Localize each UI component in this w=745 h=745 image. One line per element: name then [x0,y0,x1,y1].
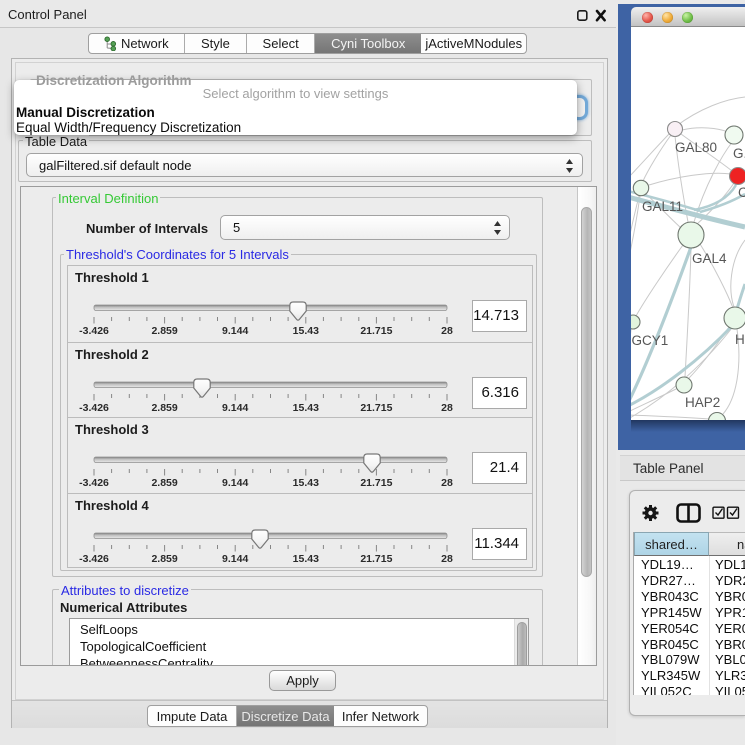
svg-text:C...: C... [738,185,745,200]
svg-text:HAP2: HAP2 [685,395,720,410]
svg-text:GAL4: GAL4 [692,251,727,266]
svg-text:H: H [735,332,745,347]
svg-text:GCY1: GCY1 [632,333,669,348]
svg-text:GAL11: GAL11 [642,199,683,214]
svg-text:GAL80: GAL80 [675,140,717,155]
svg-text:G...: G... [733,146,745,161]
